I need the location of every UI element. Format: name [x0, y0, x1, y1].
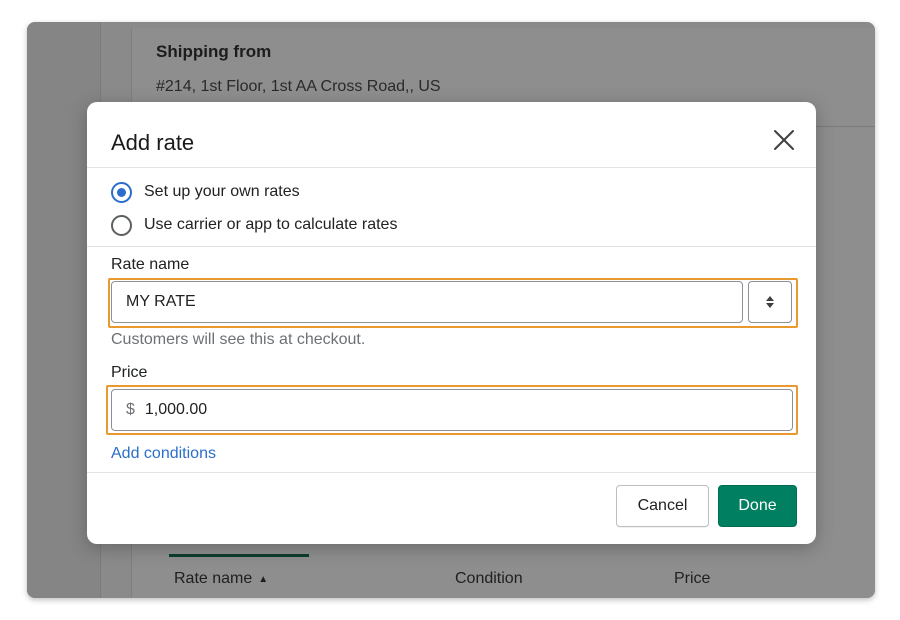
currency-prefix: $	[126, 401, 135, 418]
add-conditions-link[interactable]: Add conditions	[111, 445, 216, 463]
radio-label: Use carrier or app to calculate rates	[144, 216, 398, 233]
price-input[interactable]: $ 1,000.00	[111, 389, 793, 431]
column-header-condition: Condition	[455, 570, 523, 587]
done-button[interactable]: Done	[718, 485, 797, 527]
rate-name-label: Rate name	[111, 256, 190, 273]
column-header-price: Price	[674, 570, 711, 587]
column-header-rate-name[interactable]: Rate name ▲︎	[174, 570, 268, 588]
rate-name-input[interactable]: MY RATE	[111, 281, 743, 323]
shipping-from-title: Shipping from	[156, 42, 272, 61]
rate-name-select[interactable]	[748, 281, 792, 323]
price-value: 1,000.00	[144, 401, 208, 418]
modal-footer: Cancel Done	[87, 472, 816, 544]
column-header-label: Rate name	[174, 570, 253, 587]
cancel-button[interactable]: Cancel	[616, 485, 709, 527]
rate-name-value: MY RATE	[126, 293, 196, 310]
rate-type-options: Set up your own rates Use carrier or app…	[87, 169, 816, 247]
radio-carrier-rates[interactable]: Use carrier or app to calculate rates	[111, 213, 397, 237]
modal-header: Add rate	[87, 102, 816, 168]
rate-name-help-text: Customers will see this at checkout.	[111, 331, 366, 348]
close-icon[interactable]	[772, 128, 796, 152]
radio-label: Set up your own rates	[144, 183, 300, 200]
select-arrows-icon	[766, 296, 774, 308]
shipping-address: #214, 1st Floor, 1st AA Cross Road,, US	[156, 78, 441, 95]
modal-title: Add rate	[111, 130, 195, 155]
radio-own-rates[interactable]: Set up your own rates	[111, 180, 300, 204]
radio-button-checked[interactable]	[111, 181, 132, 203]
sort-icon: ▲︎	[258, 574, 269, 585]
price-label: Price	[111, 364, 148, 381]
active-tab-indicator	[169, 554, 309, 557]
radio-button[interactable]	[111, 214, 132, 236]
add-rate-modal: Add rate Set up your own rates Use carri…	[87, 102, 816, 544]
